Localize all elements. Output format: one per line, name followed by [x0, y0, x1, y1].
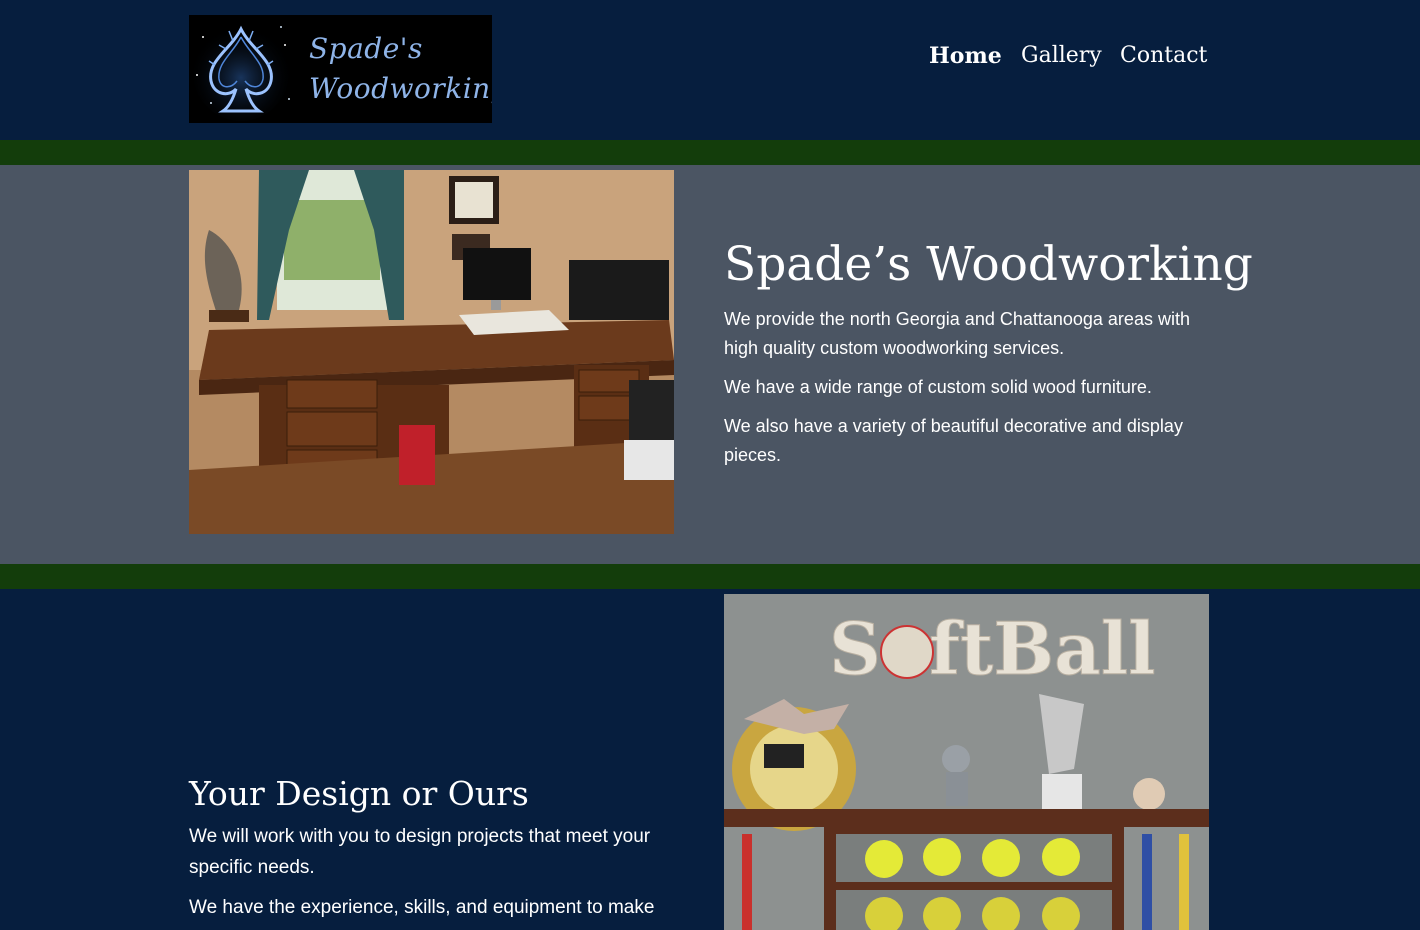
hero-text-block: Spade’s Woodworking We provide the north… — [724, 233, 1253, 480]
custom-desk-image — [189, 170, 674, 534]
green-divider — [0, 140, 1420, 165]
softball-sign-text: SoftBall — [829, 606, 1155, 691]
desk-photo — [189, 170, 674, 534]
nav-home-link[interactable]: Home — [929, 40, 1002, 72]
nav-gallery-link[interactable]: Gallery — [1021, 40, 1102, 72]
hero-title: Spade’s Woodworking — [724, 237, 1253, 292]
nav-contact-link[interactable]: Contact — [1120, 40, 1207, 72]
hero-section: Spade’s Woodworking We provide the north… — [0, 165, 1420, 564]
hero-paragraph: We also have a variety of beautiful deco… — [724, 416, 1183, 465]
design-paragraph: We will work with you to design projects… — [189, 826, 651, 878]
site-header: Spade's Woodworking Home Gallery Contact — [0, 0, 1420, 140]
design-title: Your Design or Ours — [189, 774, 529, 813]
design-section: Your Design or Ours We will work with yo… — [0, 589, 1420, 930]
softball-display-photo: SoftBall — [724, 594, 1209, 930]
main-nav: Home Gallery Contact — [0, 40, 1420, 74]
logo-line-2: Woodworking — [309, 72, 492, 105]
design-paragraph: We have the experience, skills, and equi… — [189, 897, 655, 918]
hero-paragraph: We provide the north Georgia and Chattan… — [724, 309, 1190, 358]
hero-paragraph: We have a wide range of custom solid woo… — [724, 377, 1152, 397]
softball-shelf-image: SoftBall — [724, 594, 1209, 930]
green-divider — [0, 564, 1420, 589]
design-text-block: Your Design or Ours We will work with yo… — [189, 771, 679, 930]
